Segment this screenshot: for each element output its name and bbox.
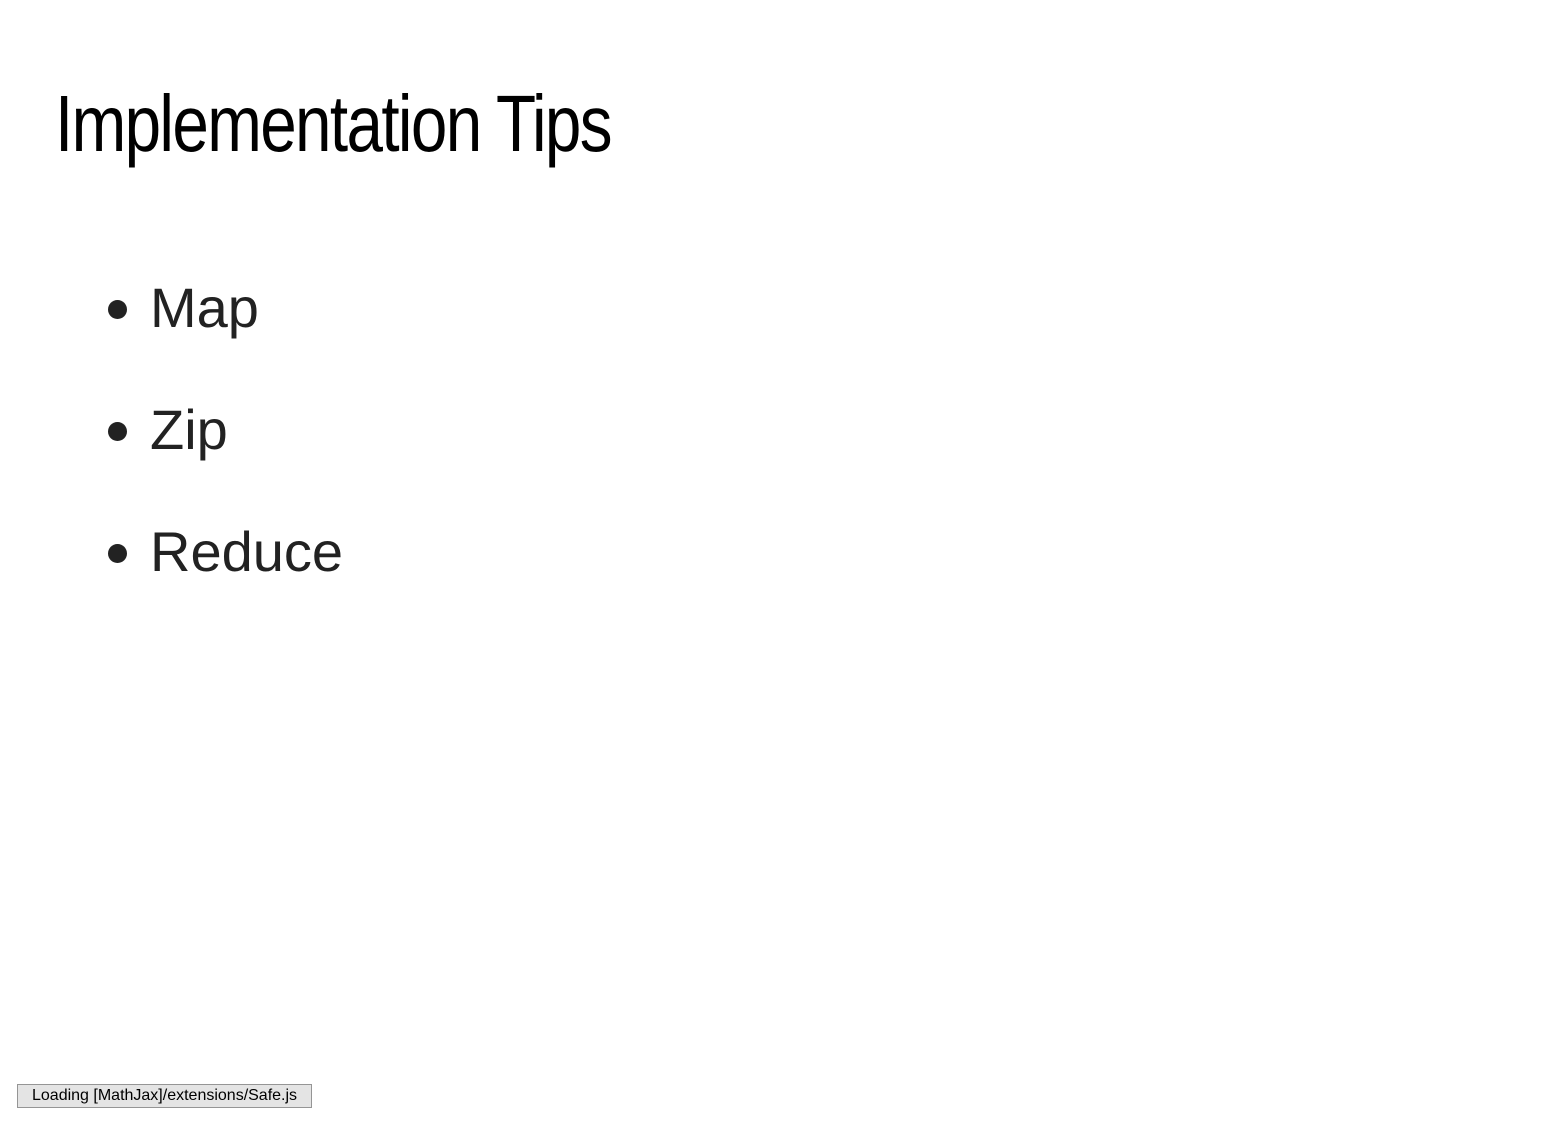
mathjax-loading-status: Loading [MathJax]/extensions/Safe.js bbox=[17, 1084, 313, 1108]
bullet-dot-icon bbox=[108, 300, 127, 319]
bullet-label-zip: Zip bbox=[150, 398, 228, 461]
slide-title: Implementation Tips bbox=[55, 79, 613, 168]
bullet-label-reduce: Reduce bbox=[150, 520, 344, 583]
bullet-label-map: Map bbox=[150, 276, 259, 339]
slide: Implementation Tips Map Zip Reduce bbox=[0, 0, 1561, 1138]
bullet-dot-icon bbox=[108, 544, 127, 563]
bullet-dot-icon bbox=[108, 422, 127, 441]
